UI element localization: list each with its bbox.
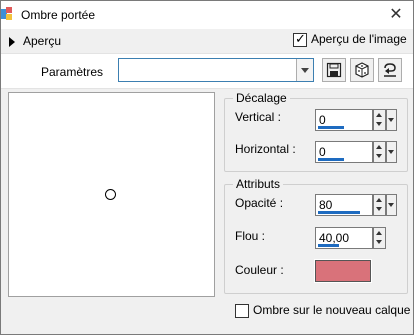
opacity-level-bar [318, 211, 360, 214]
horizontal-dropdown-button[interactable] [386, 141, 397, 163]
horizontal-field[interactable]: 0 [315, 141, 373, 163]
horizontal-level-bar [318, 158, 344, 161]
arrow-down-icon [376, 154, 382, 158]
opacity-field[interactable]: 80 [315, 194, 373, 216]
dialog-window: Ombre portée ✕ Aperçu ✓ Aperçu de l'imag… [0, 0, 414, 335]
blur-value: 40,00 [319, 231, 350, 245]
horizontal-stepper[interactable] [373, 141, 386, 163]
parameters-label: Paramètres [41, 65, 104, 79]
arrow-up-icon [376, 231, 382, 235]
shadow-new-layer-label: Ombre sur le nouveau calque [253, 303, 411, 317]
randomize-icon [355, 62, 369, 78]
opacity-value: 80 [319, 198, 333, 212]
opacity-label: Opacité : [235, 196, 284, 210]
arrow-up-icon [376, 113, 382, 117]
close-icon[interactable]: ✕ [385, 4, 407, 26]
expand-triangle-icon [9, 37, 15, 47]
horizontal-value: 0 [319, 145, 326, 159]
opacity-stepper[interactable] [373, 194, 386, 216]
vertical-value: 0 [319, 113, 326, 127]
arrow-up-icon [376, 198, 382, 202]
checkbox-box[interactable]: ✓ [293, 31, 307, 47]
vertical-dropdown-button[interactable] [386, 109, 397, 131]
checkmark-icon: ✓ [295, 31, 306, 46]
offset-group: Décalage Vertical : 0 Horizontal : 0 [224, 91, 408, 172]
preset-select[interactable] [118, 58, 314, 82]
reset-button[interactable] [378, 58, 402, 82]
vertical-label: Vertical : [235, 110, 282, 124]
blur-field[interactable]: 40,00 [315, 227, 373, 249]
preview-toggle-label: Aperçu [23, 34, 62, 48]
opacity-dropdown-button[interactable] [386, 194, 397, 216]
arrow-down-icon [376, 207, 382, 211]
randomize-button[interactable] [350, 58, 374, 82]
chevron-down-icon[interactable] [296, 59, 313, 81]
attributes-group-title: Attributs [233, 177, 284, 191]
save-preset-button[interactable] [322, 58, 346, 82]
horizontal-label: Horizontal : [235, 142, 296, 156]
app-icon [1, 7, 12, 20]
image-preview-label: Aperçu de l'image [311, 32, 407, 46]
vertical-level-bar [318, 126, 344, 129]
blur-label: Flou : [235, 229, 266, 243]
save-icon [326, 62, 342, 78]
blur-level-bar [318, 244, 339, 247]
vertical-stepper[interactable] [373, 109, 386, 131]
arrow-down-icon [376, 122, 382, 126]
title-bar: Ombre portée ✕ [1, 1, 413, 29]
vertical-field[interactable]: 0 [315, 109, 373, 131]
parameters-bar: Paramètres [1, 53, 413, 89]
color-label: Couleur : [235, 263, 284, 277]
attributes-group: Attributs Opacité : 80 Flou : 40,00 Coul… [224, 177, 408, 294]
arrow-down-icon [376, 240, 382, 244]
offset-group-title: Décalage [233, 91, 290, 105]
blur-stepper[interactable] [373, 227, 386, 249]
reset-icon [384, 63, 396, 77]
checkbox-box[interactable] [235, 304, 249, 318]
preview-canvas[interactable] [8, 92, 215, 297]
shadow-color-swatch[interactable] [314, 259, 372, 283]
shadow-origin-handle[interactable] [105, 189, 116, 200]
arrow-up-icon [376, 145, 382, 149]
window-title: Ombre portée [21, 8, 96, 22]
